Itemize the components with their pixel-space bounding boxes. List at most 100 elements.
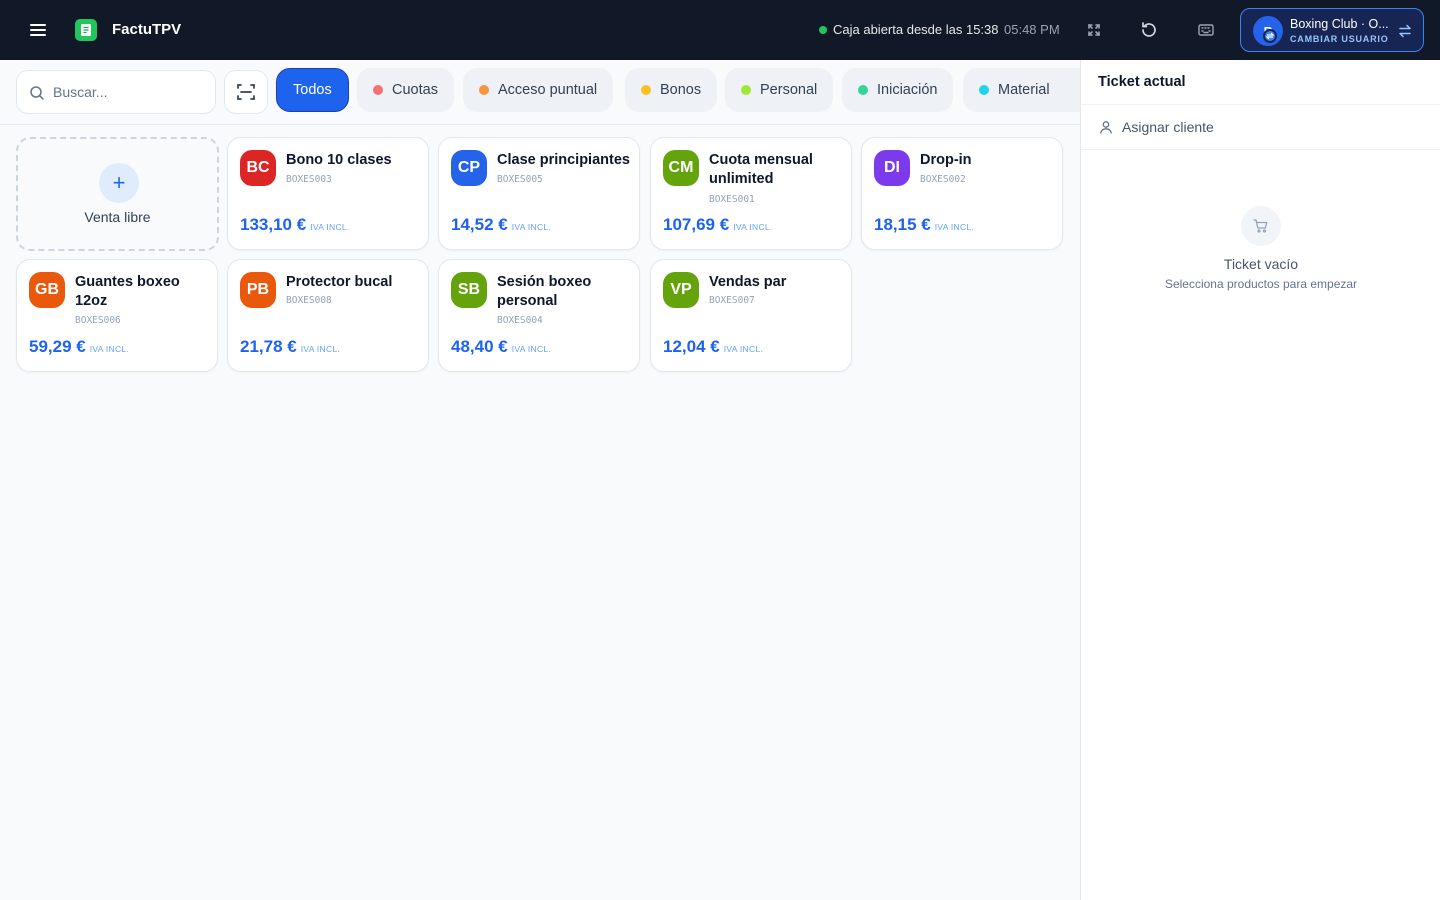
assign-customer-label: Asignar cliente	[1122, 119, 1214, 135]
keyboard-icon[interactable]	[1194, 18, 1218, 42]
product-code: BOXES006	[75, 315, 121, 326]
category-chip-material[interactable]: Material	[963, 68, 1080, 112]
assign-customer-button[interactable]: Asignar cliente	[1081, 105, 1440, 149]
product-price: 107,69 €	[663, 215, 730, 234]
tax-label: IVA INCL.	[511, 222, 552, 232]
product-initials: CM	[663, 150, 699, 186]
category-chip-acceso-puntual[interactable]: Acceso puntual	[463, 68, 614, 112]
register-status-text: Caja abierta desde las 15:38	[833, 22, 999, 37]
switch-user-label: CAMBIAR USUARIO	[1290, 34, 1389, 44]
plus-icon: +	[99, 163, 139, 203]
user-icon	[1099, 120, 1113, 134]
product-card[interactable]: CM Cuota mensual unlimited BOXES001 107,…	[650, 137, 852, 250]
product-name: Drop-in	[920, 152, 972, 168]
tax-label: IVA INCL.	[511, 344, 552, 354]
cart-icon	[1241, 206, 1281, 246]
free-sale-card[interactable]: + Venta libre	[16, 137, 219, 251]
search-input[interactable]	[53, 71, 213, 113]
category-dot-icon	[373, 85, 383, 95]
product-initials: BC	[240, 150, 276, 186]
swap-arrows-icon	[1397, 23, 1413, 39]
product-initials: PB	[240, 272, 276, 308]
product-price: 59,29 €	[29, 337, 86, 356]
barcode-scan-button[interactable]	[224, 70, 268, 114]
product-price: 14,52 €	[451, 215, 508, 234]
brand-name: FactuTPV	[112, 21, 182, 38]
category-dot-icon	[979, 85, 989, 95]
product-card[interactable]: CP Clase principiantes BOXES005 14,52 € I…	[438, 137, 640, 250]
product-code: BOXES007	[709, 295, 755, 306]
category-chip-personal[interactable]: Personal	[725, 68, 834, 112]
tax-label: IVA INCL.	[733, 222, 773, 232]
product-code: BOXES003	[286, 174, 332, 185]
empty-ticket-subtitle: Selecciona productos para empezar	[1164, 277, 1358, 291]
tax-label: IVA INCL.	[89, 344, 130, 354]
swap-badge-icon	[1263, 29, 1277, 43]
product-initials: VP	[663, 272, 699, 308]
product-name: Cuota mensual unlimited	[709, 152, 813, 187]
category-chip-label: Cuotas	[392, 82, 438, 98]
category-chip-label: Todos	[293, 82, 332, 98]
product-card[interactable]: VP Vendas par BOXES007 12,04 € IVA INCL.	[650, 259, 852, 372]
category-chip-todos[interactable]: Todos	[276, 68, 349, 112]
product-name: Vendas par	[709, 274, 787, 290]
category-chip-label: Iniciación	[877, 82, 938, 98]
category-dot-icon	[641, 85, 651, 95]
product-card[interactable]: PB Protector bucal BOXES008 21,78 € IVA I…	[227, 259, 429, 372]
category-chip-label: Personal	[760, 82, 818, 98]
category-chip-label: Material	[998, 82, 1050, 98]
refresh-icon[interactable]	[1137, 18, 1161, 42]
ticket-panel: Ticket actual Asignar cliente Ticket vac…	[1080, 60, 1440, 900]
product-name: Clase principiantes	[497, 152, 630, 168]
user-name: Boxing Club · O...	[1290, 17, 1389, 31]
fullscreen-icon[interactable]	[1082, 18, 1106, 42]
category-chip-bonos[interactable]: Bonos	[625, 68, 718, 112]
category-chip-label: Acceso puntual	[498, 82, 598, 98]
product-code: BOXES001	[709, 194, 755, 205]
product-code: BOXES004	[497, 315, 543, 326]
product-initials: DI	[874, 150, 910, 186]
product-card[interactable]: GB Guantes boxeo 12oz BOXES006 59,29 € IV…	[16, 259, 218, 372]
tax-label: IVA INCL.	[934, 222, 975, 232]
product-price: 48,40 €	[451, 337, 508, 356]
product-price: 18,15 €	[874, 215, 931, 234]
product-price: 12,04 €	[663, 337, 720, 356]
tax-label: IVA INCL.	[723, 344, 764, 354]
category-dot-icon	[858, 85, 868, 95]
search-box	[16, 70, 216, 114]
product-code: BOXES002	[920, 174, 966, 185]
search-icon	[29, 85, 45, 101]
product-price: 133,10 €	[240, 215, 307, 234]
ticket-title: Ticket actual	[1098, 74, 1186, 90]
product-code: BOXES005	[497, 174, 543, 185]
product-price: 21,78 €	[240, 337, 297, 356]
product-name: Guantes boxeo 12oz	[75, 274, 180, 309]
category-chip-iniciacion[interactable]: Iniciación	[842, 68, 954, 112]
category-chip-label: Bonos	[660, 82, 702, 98]
product-card[interactable]: DI Drop-in BOXES002 18,15 € IVA INCL.	[861, 137, 1063, 250]
product-code: BOXES008	[286, 295, 332, 306]
category-chip-cuotas[interactable]: Cuotas	[357, 68, 454, 112]
tax-label: IVA INCL.	[310, 222, 350, 232]
product-name: Sesión boxeo personal	[497, 274, 592, 309]
category-dot-icon	[479, 85, 489, 95]
register-status: Caja abierta desde las 15:38	[819, 22, 999, 37]
product-initials: SB	[451, 272, 487, 308]
status-dot-icon	[819, 25, 827, 34]
free-sale-label: Venta libre	[84, 209, 151, 225]
product-initials: CP	[451, 150, 487, 186]
menu-icon[interactable]	[28, 20, 48, 40]
empty-ticket-title: Ticket vacío	[1223, 256, 1299, 272]
tax-label: IVA INCL.	[300, 344, 341, 354]
product-name: Bono 10 clases	[286, 152, 392, 168]
category-dot-icon	[741, 85, 751, 95]
divider	[1081, 149, 1440, 150]
brand-logo-icon	[75, 19, 97, 41]
product-name: Protector bucal	[286, 274, 393, 290]
category-filter-bar: Todos Cuotas Acceso puntual Bonos Person…	[0, 60, 1080, 125]
product-initials: GB	[29, 272, 65, 308]
switch-user-button[interactable]: P Boxing Club · O... CAMBIAR USUARIO	[1240, 8, 1424, 52]
product-card[interactable]: SB Sesión boxeo personal BOXES004 48,40 …	[438, 259, 640, 372]
top-bar: FactuTPV Caja abierta desde las 15:38 05…	[0, 0, 1440, 60]
product-card[interactable]: BC Bono 10 clases BOXES003 133,10 € IVA I…	[227, 137, 429, 250]
